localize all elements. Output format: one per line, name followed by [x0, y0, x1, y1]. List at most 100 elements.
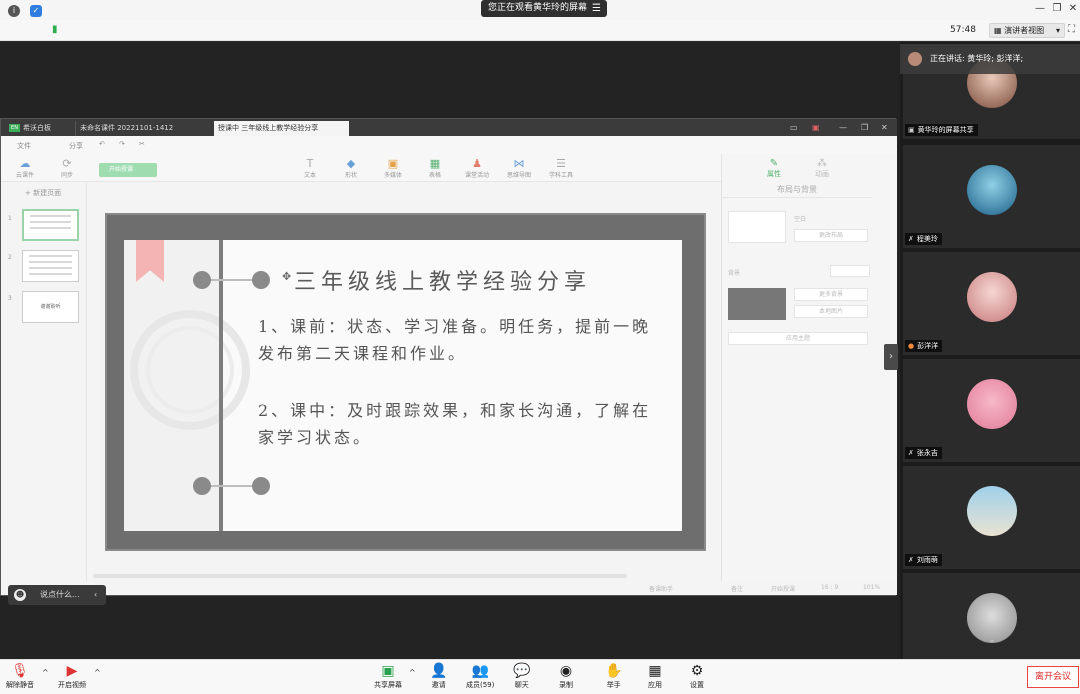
- record-icon[interactable]: ▣: [812, 123, 820, 132]
- property-tab-label: 属性: [767, 170, 781, 178]
- background-swatch[interactable]: [728, 288, 786, 320]
- sync-tool[interactable]: ⟳ 同步: [49, 157, 85, 179]
- tab-untitled-file[interactable]: 未命名课件 20221101-1412: [75, 121, 207, 136]
- share-screen-button[interactable]: ▣ 共享屏幕: [374, 662, 402, 690]
- info-icon[interactable]: i: [8, 5, 20, 17]
- fullscreen-icon[interactable]: ⛶: [1068, 24, 1075, 35]
- background-dropdown[interactable]: [830, 265, 870, 277]
- invite-icon: 👤: [430, 663, 448, 679]
- cloud-tool[interactable]: ☁ 云课件: [7, 157, 43, 179]
- sync-label: 同步: [60, 172, 73, 179]
- shape-icon: ◆: [346, 157, 356, 170]
- status-start-button[interactable]: 开始授课: [771, 584, 795, 593]
- slide[interactable]: ✥ 三年级线上教学经验分享 1、课前：状态、学习准备。明任务，提前一晚发布第二天…: [124, 240, 682, 531]
- tab-active-lesson[interactable]: 授课中 三年级线上教学经验分享: [214, 121, 349, 136]
- redo-icon[interactable]: ↷: [119, 140, 125, 148]
- apps-button[interactable]: ▦ 应用: [648, 662, 662, 690]
- property-tab[interactable]: ✎ 属性: [759, 158, 789, 179]
- activity-tool[interactable]: ♟ 课堂活动: [459, 157, 495, 179]
- participant-tile[interactable]: ✗ 刘雨萌: [903, 466, 1080, 569]
- chat-button[interactable]: 💬 聊天: [513, 662, 530, 690]
- meeting-timer: 57:48: [950, 25, 976, 35]
- chevron-up-icon[interactable]: ^: [94, 668, 101, 677]
- screen-share-notice[interactable]: 您正在观看黄华玲的屏幕 ☰: [481, 0, 607, 17]
- aspect-ratio[interactable]: 16 : 9: [821, 584, 838, 591]
- members-button[interactable]: 👥 成员(59): [466, 662, 494, 690]
- record-button[interactable]: ◉ 录制: [559, 662, 573, 690]
- table-label: 表格: [428, 172, 441, 179]
- app-logo-tab[interactable]: EN 希沃白板: [5, 121, 65, 136]
- emoji-icon[interactable]: ☻: [14, 589, 26, 601]
- text-tool[interactable]: T 文本: [292, 157, 328, 179]
- chevron-up-icon[interactable]: ^: [42, 668, 49, 677]
- layout-preview[interactable]: [728, 211, 786, 243]
- app-close-icon[interactable]: ✕: [881, 123, 888, 132]
- signal-icon[interactable]: ▮: [52, 24, 58, 35]
- participant-tile[interactable]: ✗ 张永吉: [903, 359, 1080, 462]
- local-image-button[interactable]: 本地图片: [794, 305, 868, 318]
- message-icon[interactable]: ▭: [790, 123, 798, 132]
- unmute-button[interactable]: 🎙 解除静音: [6, 662, 34, 690]
- apps-label: 应用: [648, 681, 662, 689]
- avatar: [967, 486, 1017, 536]
- participant-tile[interactable]: ● 彭洋洋: [903, 252, 1080, 355]
- start-teaching-button[interactable]: 开始授课: [99, 163, 157, 177]
- participant-tile[interactable]: ⌄: [903, 573, 1080, 659]
- new-page-button[interactable]: + 新建页面: [25, 188, 61, 198]
- speaker-view-button[interactable]: ▦ 演讲者视图 ▾: [989, 23, 1065, 38]
- shape-tool[interactable]: ◆ 形状: [333, 157, 369, 179]
- media-tool[interactable]: ▣ 多媒体: [375, 157, 411, 179]
- change-layout-button[interactable]: 更改布局: [794, 229, 868, 242]
- subject-tool[interactable]: ☰ 学科工具: [543, 157, 579, 179]
- chat-placeholder: 说点什么...: [40, 590, 80, 599]
- assistant-button[interactable]: 备课助手: [649, 584, 673, 593]
- zoom-level[interactable]: 101%: [863, 584, 880, 591]
- page-thumbnail-3[interactable]: 谢谢聆听: [22, 291, 79, 323]
- page-number: 1: [8, 215, 12, 222]
- slide-point-1: 1、课前：状态、学习准备。明任务，提前一晚发布第二天课程和作业。: [258, 317, 652, 363]
- panel-toggle-button[interactable]: ›: [884, 344, 898, 370]
- chevron-left-icon[interactable]: ‹: [94, 585, 97, 605]
- more-background-button[interactable]: 更多背景: [794, 288, 868, 301]
- page-thumbnail-2[interactable]: [22, 250, 79, 282]
- participant-tile[interactable]: ✗ 程美玲: [903, 145, 1080, 248]
- chat-label: 聊天: [514, 681, 529, 689]
- participant-name-label: 程美玲: [916, 235, 938, 243]
- undo-icon[interactable]: ↶: [99, 140, 105, 148]
- leave-meeting-button[interactable]: 离开会议: [1027, 666, 1079, 688]
- participant-name: ▣ 黄华玲的屏幕共享: [905, 124, 978, 136]
- app-restore-icon[interactable]: ❐: [861, 123, 868, 132]
- share-menu[interactable]: 分享: [69, 141, 83, 151]
- shield-icon[interactable]: ✓: [30, 5, 42, 17]
- clear-icon[interactable]: ✂: [139, 140, 145, 148]
- animation-tab[interactable]: ⁂ 动画: [807, 158, 837, 179]
- table-tool[interactable]: ▦ 表格: [417, 157, 453, 179]
- raise-hand-button[interactable]: ✋ 举手: [605, 662, 622, 690]
- invite-button[interactable]: 👤 邀请: [430, 662, 447, 690]
- start-video-button[interactable]: ▶ 开启视频: [58, 662, 86, 690]
- maximize-icon[interactable]: ❐: [1050, 2, 1064, 16]
- avatar: [967, 272, 1017, 322]
- app-minimize-icon[interactable]: —: [839, 123, 847, 132]
- activity-icon: ♟: [472, 157, 482, 170]
- chevron-up-icon[interactable]: ^: [409, 668, 416, 677]
- chevron-down-icon[interactable]: ⌄: [988, 635, 996, 645]
- horizontal-scrollbar[interactable]: [93, 574, 627, 578]
- close-icon[interactable]: ✕: [1066, 2, 1080, 16]
- file-menu[interactable]: 文件: [17, 141, 31, 151]
- record-label: 录制: [559, 681, 573, 689]
- chat-input-pill[interactable]: ☻ 说点什么... ‹: [8, 585, 106, 605]
- apply-theme-button[interactable]: 应用主题: [728, 332, 868, 345]
- app-menu-row: 文件 分享 ↶ ↷ ✂: [1, 136, 897, 154]
- layout-bg-header: 布局与背景: [722, 182, 872, 198]
- menu-icon[interactable]: ☰: [592, 0, 601, 17]
- apps-icon: ▦: [648, 663, 662, 679]
- settings-button[interactable]: ⚙ 设置: [690, 662, 704, 690]
- page-thumbnail-1[interactable]: [22, 209, 79, 241]
- notes-button[interactable]: 备注: [731, 584, 743, 593]
- mindmap-tool[interactable]: ⋈ 思维导图: [501, 157, 537, 179]
- participant-name: ✗ 刘雨萌: [905, 554, 942, 566]
- move-handle-icon[interactable]: ✥: [282, 270, 291, 283]
- participant-name: ✗ 张永吉: [905, 447, 942, 459]
- minimize-icon[interactable]: —: [1033, 2, 1047, 16]
